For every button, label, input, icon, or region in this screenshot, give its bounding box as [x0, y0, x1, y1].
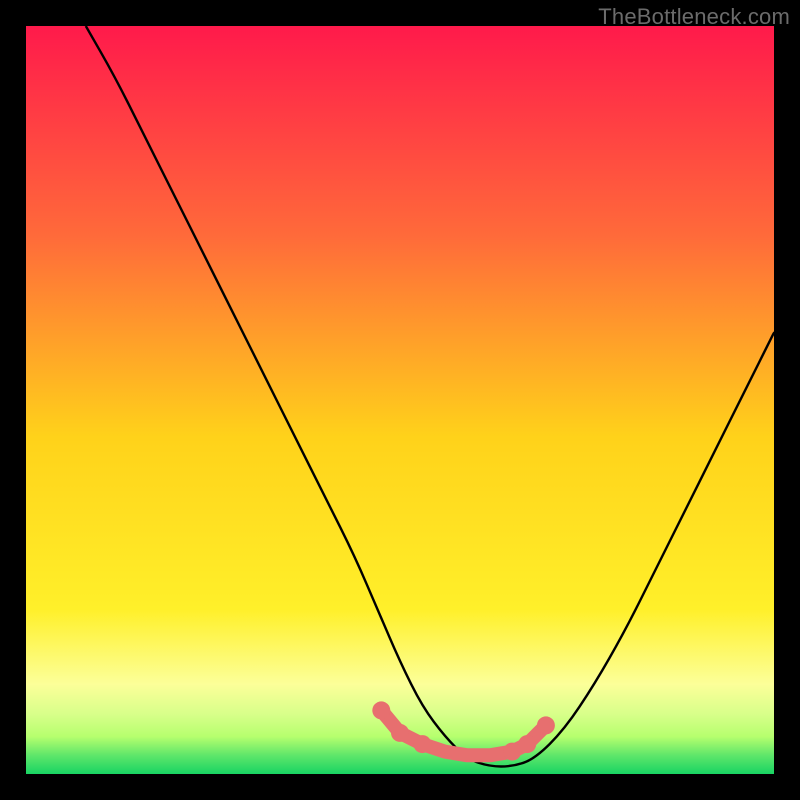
highlight-band — [372, 701, 555, 760]
watermark-text: TheBottleneck.com — [598, 4, 790, 30]
bottleneck-curve — [26, 26, 774, 774]
chart-frame: TheBottleneck.com — [0, 0, 800, 800]
plot-area — [26, 26, 774, 774]
